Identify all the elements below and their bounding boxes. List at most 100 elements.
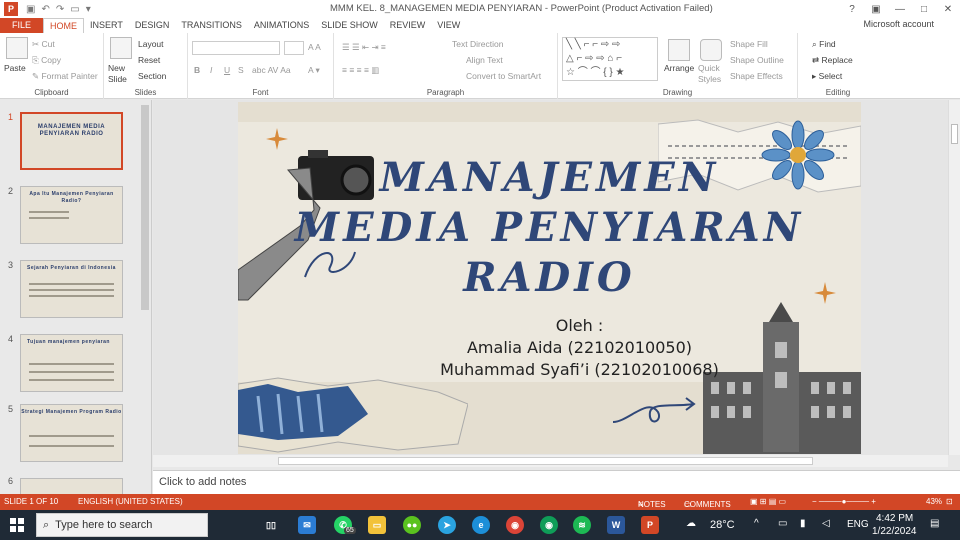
find-button[interactable]: ⌕ Find xyxy=(812,39,836,50)
slide-thumbnail[interactable]: Tujuan manajemen penyiaran xyxy=(20,334,123,392)
minimize-icon[interactable]: — xyxy=(888,0,912,18)
new-slide-button[interactable]: New Slide xyxy=(108,63,138,85)
fit-slide-icon[interactable]: ⊡ xyxy=(946,497,953,506)
tab-design[interactable]: DESIGN xyxy=(129,18,176,33)
slide-title-line-2[interactable]: MEDIA PENYIARAN xyxy=(238,204,861,251)
paste-button[interactable]: Paste xyxy=(4,63,26,73)
new-slide-icon[interactable] xyxy=(110,37,132,59)
tab-review[interactable]: REVIEW xyxy=(384,18,432,33)
scroll-thumb[interactable] xyxy=(278,457,813,465)
customize-qat-icon[interactable]: ▾ xyxy=(86,4,91,15)
zoom-level[interactable]: 43% xyxy=(926,497,942,506)
tab-view[interactable]: VIEW xyxy=(431,18,466,33)
shape-fill-button[interactable]: Shape Fill xyxy=(730,39,768,49)
arrange-icon[interactable] xyxy=(668,39,690,61)
font-name-dropdown[interactable] xyxy=(192,41,280,55)
tab-animations[interactable]: ANIMATIONS xyxy=(248,18,315,33)
zoom-slider[interactable]: − ────●──── + xyxy=(812,497,876,506)
edge-icon[interactable]: e xyxy=(472,516,490,534)
slide-title-line-1[interactable]: MANAJEMEN xyxy=(238,154,861,201)
powerpoint-taskbar-icon[interactable]: P xyxy=(641,516,659,534)
start-from-beginning-icon[interactable]: ▭ xyxy=(70,4,79,15)
taskbar-search-box[interactable]: ⌕ Type here to search xyxy=(36,513,208,537)
font-size-dropdown[interactable] xyxy=(284,41,304,55)
format-painter-button[interactable]: ✎ Format Painter xyxy=(32,71,98,82)
shape-effects-button[interactable]: Shape Effects xyxy=(730,71,783,81)
maximize-icon[interactable]: □ xyxy=(912,0,936,18)
language-indicator[interactable]: ENG xyxy=(847,519,869,530)
font-color-icon[interactable]: A ▾ xyxy=(308,65,320,76)
bold-button[interactable]: B xyxy=(194,65,200,75)
slide-thumbnail[interactable]: Apa Itu Manajemen Penyiaran Radio? xyxy=(20,186,123,244)
battery-icon[interactable]: ▮ xyxy=(800,518,806,529)
windows-start-icon[interactable] xyxy=(10,518,24,532)
weather-temp[interactable]: 28°C xyxy=(710,519,735,531)
author-2[interactable]: Muhammad Syafi’i (22102010068) xyxy=(268,360,861,379)
convert-smartart-button[interactable]: Convert to SmartArt xyxy=(466,71,541,81)
align-icon[interactable]: ≡ ≡ ≡ ≡ ▥ xyxy=(342,65,379,76)
char-spacing-icon[interactable]: abc AV Aa xyxy=(252,65,291,75)
powerpoint-logo-icon[interactable]: P xyxy=(4,2,18,16)
slide-thumbnail[interactable] xyxy=(20,478,123,494)
quick-styles-icon[interactable] xyxy=(700,39,722,61)
copy-button[interactable]: ⎘ Copy xyxy=(32,55,61,66)
notes-pane[interactable]: Click to add notes xyxy=(153,470,960,494)
slide-title-line-3[interactable]: RADIO xyxy=(238,254,861,301)
bullets-icon[interactable]: ☰ ☰ ⇤ ⇥ ≡ xyxy=(342,42,386,53)
redo-icon[interactable]: ↷ xyxy=(56,4,64,15)
language-indicator[interactable]: ENGLISH (UNITED STATES) xyxy=(78,497,183,506)
scroll-thumb[interactable] xyxy=(951,124,958,144)
thumbnail-scrollbar[interactable] xyxy=(141,105,149,310)
tray-chevron-icon[interactable]: ^ xyxy=(754,518,759,529)
ribbon-display-icon[interactable]: ▣ xyxy=(864,0,888,18)
word-icon[interactable]: W xyxy=(607,516,625,534)
tab-file[interactable]: FILE xyxy=(0,18,44,33)
reset-button[interactable]: Reset xyxy=(138,55,160,65)
duolingo-icon[interactable]: ●● xyxy=(403,516,421,534)
volume-icon[interactable]: ◁ xyxy=(822,518,830,529)
arrange-button[interactable]: Arrange xyxy=(664,63,694,73)
weather-icon[interactable]: ☁ xyxy=(686,518,696,529)
align-text-button[interactable]: Align Text xyxy=(466,55,503,65)
slide-vertical-scrollbar[interactable] xyxy=(948,100,960,455)
layout-button[interactable]: Layout xyxy=(138,39,164,49)
spotify-icon[interactable]: ≋ xyxy=(573,516,591,534)
oleh-label[interactable]: Oleh : xyxy=(268,316,861,335)
network-icon[interactable]: ▭ xyxy=(778,518,787,529)
slide-thumbnail[interactable]: MANAJEMEN MEDIA PENYIARAN RADIO xyxy=(20,112,123,170)
select-button[interactable]: ▸ Select xyxy=(812,71,842,82)
tab-transitions[interactable]: TRANSITIONS xyxy=(175,18,248,33)
author-1[interactable]: Amalia Aida (22102010050) xyxy=(268,338,861,357)
quick-styles-button[interactable]: Quick Styles xyxy=(698,63,724,85)
shapes-gallery[interactable]: ╲ ╲ ⌐ ⌐ ⇨ ⇨ △ ⌐ ⇨ ⇨ ⌂ ⌐ ☆ ⌒ ⌒ { } ★ xyxy=(562,37,658,81)
section-button[interactable]: Section xyxy=(138,71,166,81)
mail-icon[interactable]: ✉ xyxy=(298,516,316,534)
close-icon[interactable]: ✕ xyxy=(936,0,960,18)
help-icon[interactable]: ? xyxy=(840,0,864,18)
chrome-icon[interactable]: ◉ xyxy=(506,516,524,534)
strikethrough-button[interactable]: S xyxy=(238,65,244,75)
tab-home[interactable]: HOME xyxy=(43,18,85,33)
file-explorer-icon[interactable]: ▭ xyxy=(368,516,386,534)
view-buttons[interactable]: ▣ ⊞ ▤ ▭ xyxy=(750,497,786,506)
telegram-icon[interactable]: ➤ xyxy=(438,516,456,534)
grow-font-icon[interactable]: A A xyxy=(308,42,321,52)
cut-button[interactable]: ✂ Cut xyxy=(32,39,55,50)
notification-icon[interactable]: ▤ xyxy=(930,518,939,529)
task-view-icon[interactable]: ▯▯ xyxy=(262,516,280,534)
underline-button[interactable]: U xyxy=(224,65,230,75)
italic-button[interactable]: I xyxy=(210,65,212,75)
save-icon[interactable]: ▣ xyxy=(26,4,35,15)
slide-thumbnail[interactable]: Sejarah Penyiaran di Indonesia xyxy=(20,260,123,318)
replace-button[interactable]: ⇄ Replace xyxy=(812,55,853,66)
text-direction-button[interactable]: Text Direction xyxy=(452,39,504,49)
slide-horizontal-scrollbar[interactable] xyxy=(153,455,948,467)
undo-icon[interactable]: ↶ xyxy=(41,4,49,15)
slide-canvas[interactable]: MANAJEMEN MEDIA PENYIARAN RADIO Oleh : A… xyxy=(238,102,861,454)
slide-thumbnail[interactable]: Strategi Manajemen Program Radio xyxy=(20,404,123,462)
chrome-profile-icon[interactable]: ◉ xyxy=(540,516,558,534)
tab-slide-show[interactable]: SLIDE SHOW xyxy=(315,18,384,33)
account-link[interactable]: Microsoft account xyxy=(863,19,934,29)
shape-outline-button[interactable]: Shape Outline xyxy=(730,55,784,65)
clock-date[interactable]: 1/22/2024 xyxy=(872,526,917,537)
